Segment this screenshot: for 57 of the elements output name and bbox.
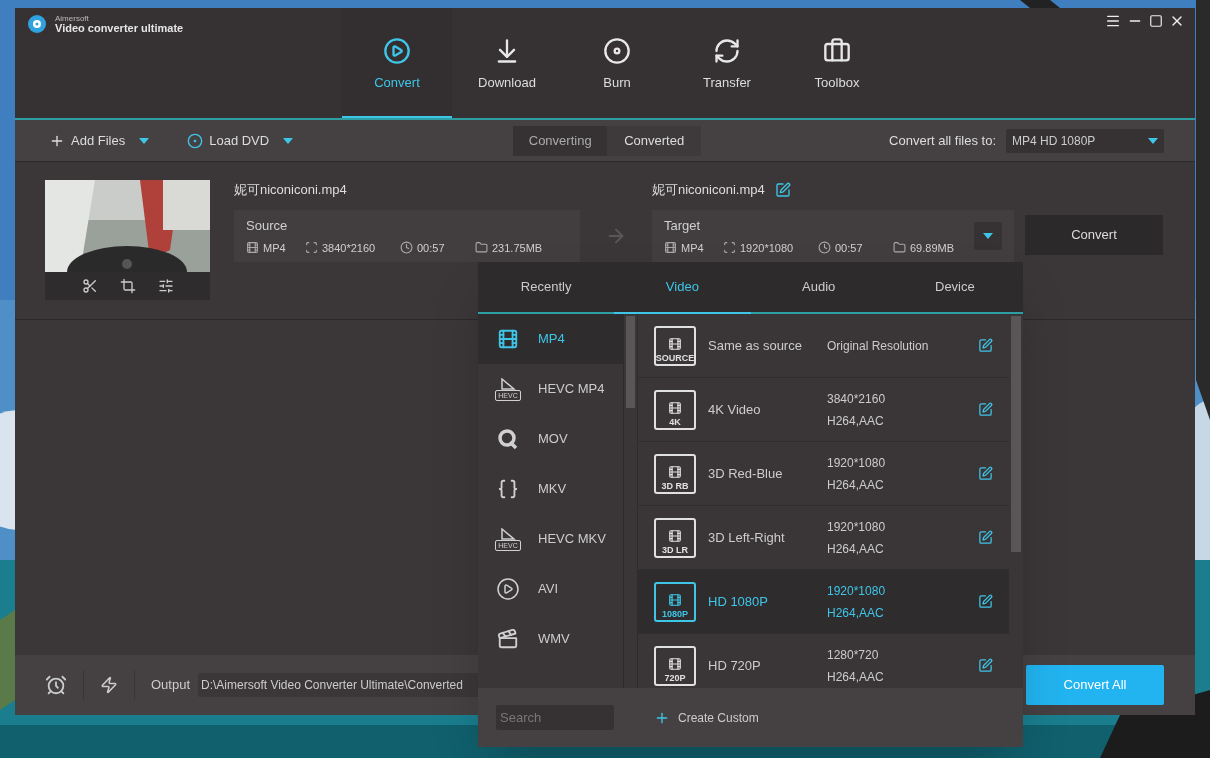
preset-item[interactable]: 1080P HD 1080P 1920*1080 H264,AAC: [638, 570, 1009, 634]
resolution-text: 3840*2160: [322, 240, 377, 256]
format-item[interactable]: AVI: [478, 564, 623, 614]
duration-text: 00:57: [417, 240, 446, 256]
preset-detail: H264,AAC: [827, 604, 885, 622]
file-icon: 3D RB: [654, 453, 696, 494]
resolution-text: 1920*1080: [740, 240, 795, 256]
format-item[interactable]: MKV: [478, 464, 623, 514]
file-icon: SOURCE: [654, 325, 696, 366]
preset-detail: 3840*2160: [827, 390, 887, 408]
file-icon: 1080P: [654, 581, 696, 622]
load-dvd-button[interactable]: Load DVD: [187, 130, 270, 151]
duration-text: 00:57: [835, 240, 864, 256]
preset-detail: H264,AAC: [827, 476, 885, 494]
product-name: Video converter ultimate: [55, 22, 184, 34]
size-text: 231.75MB: [492, 240, 543, 256]
format-tab[interactable]: Device: [886, 262, 1023, 314]
preset-detail: H264,AAC: [827, 540, 885, 558]
preset-item[interactable]: 4K 4K Video 3840*2160 H264,AAC: [638, 378, 1009, 442]
nav-tab[interactable]: Burn: [562, 8, 672, 118]
preset-detail: 1920*1080: [827, 518, 887, 536]
nav-tab[interactable]: Transfer: [672, 8, 782, 118]
file-name: 妮可niconiconi.mp4: [234, 181, 348, 199]
format-text: MP4: [681, 240, 705, 256]
panel-label: Source: [246, 217, 289, 235]
file-icon: 3D LR: [654, 517, 696, 558]
nav-tab[interactable]: Download: [452, 8, 562, 118]
view-tab[interactable]: Converted: [607, 125, 702, 156]
preset-detail: H264,AAC: [827, 412, 885, 430]
file-name: 妮可niconiconi.mp4: [652, 181, 765, 200]
preset-detail: 1920*1080: [827, 454, 887, 472]
format-tab[interactable]: Recently: [478, 262, 615, 314]
search-field[interactable]: Search: [496, 705, 614, 730]
preset-item[interactable]: SOURCE Same as source Original Resolution: [638, 314, 1009, 378]
add-files-button[interactable]: Add Files: [49, 130, 126, 151]
format-select[interactable]: MP4 HD 1080P: [1006, 128, 1164, 153]
format-item[interactable]: MOV: [478, 414, 623, 464]
output-label: Output: [151, 676, 191, 695]
preset-detail: 1280*720: [827, 646, 880, 664]
brand-name: Aimersoft: [55, 14, 90, 23]
file-icon: 4K: [654, 389, 696, 430]
convert-all-label: Convert all files to:: [889, 131, 996, 150]
format-item[interactable]: MP4: [478, 314, 623, 364]
preset-detail: Original Resolution: [827, 337, 930, 355]
convert-button[interactable]: Convert: [1025, 215, 1163, 255]
preset-item[interactable]: 3D RB 3D Red-Blue 1920*1080 H264,AAC: [638, 442, 1009, 506]
file-icon: 720P: [654, 645, 696, 686]
format-tab[interactable]: Audio: [750, 262, 887, 314]
format-item[interactable]: WMV: [478, 614, 623, 664]
format-text: MP4: [263, 240, 287, 256]
size-text: 69.89MB: [910, 240, 955, 256]
view-tab[interactable]: Converting: [513, 125, 608, 156]
nav-tab[interactable]: Toolbox: [782, 8, 892, 118]
preset-detail: H264,AAC: [827, 668, 885, 686]
create-custom-button[interactable]: Create Custom: [654, 708, 759, 727]
preset-detail: 1920*1080: [827, 582, 887, 600]
panel-label: Target: [664, 217, 702, 235]
